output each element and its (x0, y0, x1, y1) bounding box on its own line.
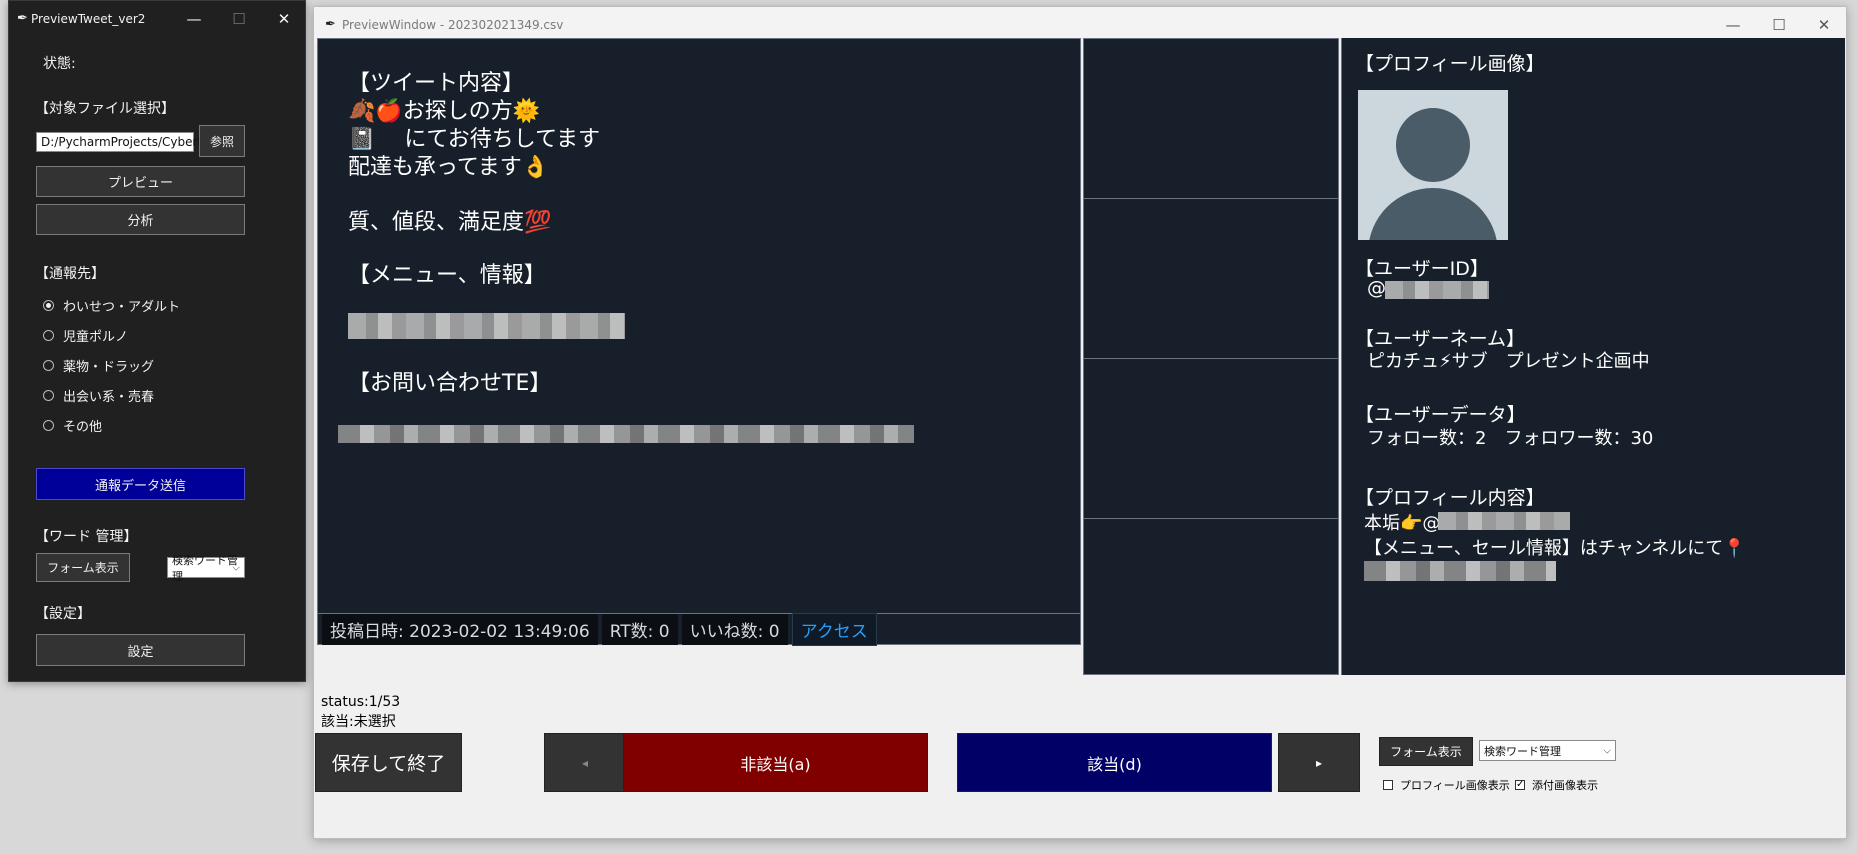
userid-prefix: @ (1367, 277, 1386, 299)
profile-image-heading: 【プロフィール画像】 (1355, 53, 1545, 75)
select-value: 検索ワード管理 (1484, 744, 1561, 758)
match-status: 該当:未選択 (321, 714, 396, 730)
window-title: PreviewWindow - 202302021349.csv (342, 18, 564, 32)
word-management-select[interactable]: 検索ワード管理 ⌵ (167, 554, 245, 583)
avatar (1358, 90, 1508, 240)
file-section-heading: 【対象ファイル選択】 (35, 101, 175, 117)
file-path-input[interactable]: D:/PycharmProjects/CyberPatrolPr (36, 132, 243, 152)
tweet-content-panel: 【ツイート内容】 🍂🍎お探しの方🌞 📓 にてお待ちしてます 配達も承ってます👌 … (317, 38, 1081, 646)
radio-icon (43, 330, 54, 341)
tweet-line: 質、値段、満足度💯 (348, 210, 552, 235)
radio-label: 児童ポルノ (63, 330, 129, 345)
next-button[interactable]: ▸ (1278, 733, 1360, 792)
radio-label: その他 (63, 420, 103, 435)
posted-datetime: 投稿日時: 2023-02-02 13:49:06 (322, 613, 598, 645)
avatar-head-shape (1396, 108, 1470, 182)
access-link[interactable]: アクセス (791, 612, 877, 646)
profile-panel: 【プロフィール画像】 【ユーザーID】 @ 【ユーザーネーム】 ピカチュ⚡サブ … (1341, 38, 1845, 675)
preview-tweet-window: ✒ PreviewTweet_ver2 — ☐ ✕ 状態: 【対象ファイル選択】… (8, 0, 306, 682)
maximize-icon: ☐ (232, 10, 246, 28)
radio-selected-icon (43, 300, 54, 311)
chevron-down-icon: ⌵ (232, 562, 240, 573)
feather-app-icon: ✒ (17, 11, 28, 26)
tweet-line: 配達も承ってます👌 (348, 155, 550, 180)
settings-section-heading: 【設定】 (35, 606, 91, 622)
radio-label: 出会い系・売春 (63, 390, 155, 405)
attached-image-slot[interactable] (1084, 199, 1338, 359)
save-and-exit-button[interactable]: 保存して終了 (315, 733, 462, 792)
preview-button[interactable]: プレビュー (36, 166, 245, 197)
tweet-contact-heading: 【お問い合わせTE】 (348, 371, 552, 396)
redacted-text (1364, 561, 1556, 581)
feather-app-icon: ✒ (325, 17, 336, 32)
attached-images-panel (1083, 38, 1339, 675)
title-bar: ✒ PreviewTweet_ver2 — ☐ ✕ (9, 1, 305, 37)
not-applicable-button[interactable]: 非該当(a) (623, 733, 928, 792)
follow-counts: フォロー数：2 フォロワー数：30 (1367, 428, 1654, 449)
redacted-text (338, 425, 914, 443)
attached-image-slot[interactable] (1084, 359, 1338, 519)
word-section-heading: 【ワード 管理】 (35, 529, 138, 545)
rt-count: RT数: 0 (601, 613, 678, 645)
minimize-button[interactable]: — (171, 1, 217, 37)
userdata-heading: 【ユーザーデータ】 (1355, 404, 1526, 426)
avatar-body-shape (1368, 188, 1498, 240)
applicable-button[interactable]: 該当(d) (957, 733, 1272, 792)
profile-content-line: 【メニュー、セール情報】はチャンネルにて📍 (1364, 538, 1746, 559)
radio-icon (43, 390, 54, 401)
checkbox-checked-icon: ✓ (1515, 779, 1525, 790)
checkbox-label: プロフィール画像表示 (1400, 779, 1510, 792)
radio-label: 薬物・ドラッグ (63, 360, 155, 375)
preview-window: ✒ PreviewWindow - 202302021349.csv — ☐ ✕… (313, 6, 1847, 839)
word-management-select[interactable]: 検索ワード管理 ⌵ (1479, 740, 1616, 761)
status-counter: status:1/53 (321, 694, 401, 710)
like-count: いいね数: 0 (681, 613, 788, 645)
redacted-text (1438, 512, 1570, 530)
redacted-text (1385, 281, 1489, 299)
profile-image-checkbox[interactable]: プロフィール画像表示 (1383, 777, 1510, 793)
radio-child-porn[interactable]: 児童ポルノ (43, 326, 128, 345)
tweet-menu-heading: 【メニュー、情報】 (348, 263, 546, 288)
checkbox-label: 添付画像表示 (1532, 779, 1598, 792)
status-label: 状態: (43, 56, 76, 72)
username: ピカチュ⚡サブ プレゼント企画中 (1367, 351, 1650, 372)
settings-button[interactable]: 設定 (36, 634, 245, 666)
radio-other[interactable]: その他 (43, 416, 102, 435)
radio-dating[interactable]: 出会い系・売春 (43, 386, 154, 405)
radio-icon (43, 360, 54, 371)
form-display-button[interactable]: フォーム表示 (1379, 737, 1473, 766)
attached-image-checkbox[interactable]: ✓ 添付画像表示 (1515, 777, 1598, 793)
radio-adult[interactable]: わいせつ・アダルト (43, 296, 180, 315)
browse-button[interactable]: 参照 (199, 125, 245, 157)
attached-image-slot[interactable] (1084, 39, 1338, 199)
radio-drugs[interactable]: 薬物・ドラッグ (43, 356, 154, 375)
profile-content-line: 本垢👉@ (1364, 513, 1441, 534)
radio-icon (43, 420, 54, 431)
attached-image-slot[interactable] (1084, 519, 1338, 676)
tweet-status-bar: 投稿日時: 2023-02-02 13:49:06 RT数: 0 いいね数: 0… (318, 612, 1080, 646)
prev-button[interactable]: ◂ (544, 733, 626, 792)
send-report-button[interactable]: 通報データ送信 (36, 468, 245, 500)
report-section-heading: 【通報先】 (35, 266, 105, 282)
profile-content-heading: 【プロフィール内容】 (1355, 487, 1545, 509)
analyze-button[interactable]: 分析 (36, 204, 245, 235)
form-display-button[interactable]: フォーム表示 (36, 553, 130, 582)
chevron-down-icon: ⌵ (1603, 745, 1611, 756)
radio-label: わいせつ・アダルト (63, 300, 181, 315)
close-button[interactable]: ✕ (261, 1, 307, 37)
window-title: PreviewTweet_ver2 (31, 12, 146, 26)
checkbox-unchecked-icon (1383, 780, 1393, 790)
redacted-text (348, 313, 625, 339)
